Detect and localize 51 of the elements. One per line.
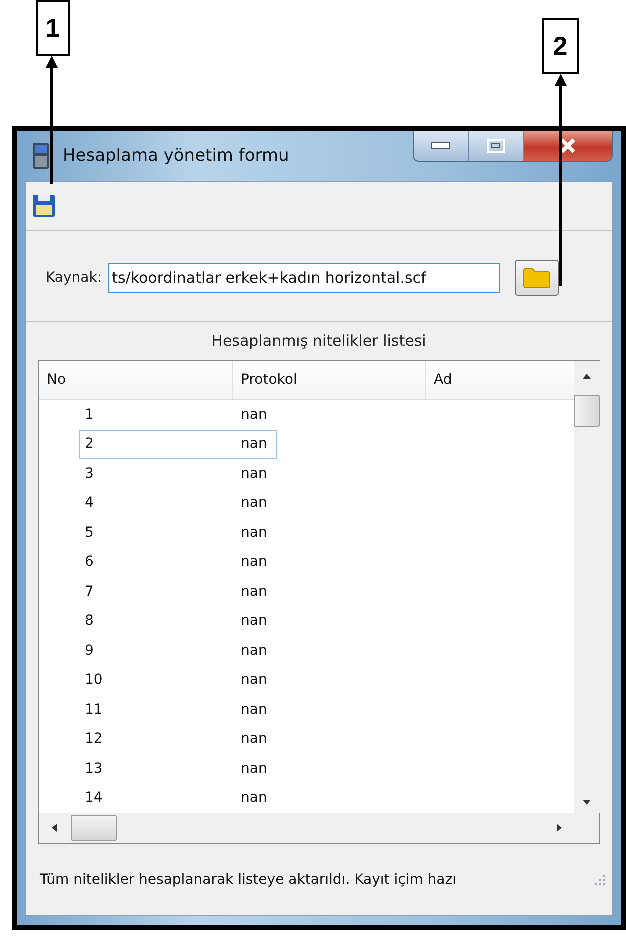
- status-text: Tüm nitelikler hesaplanarak listeye aktarıldı. Kayıt içim hazı: [40, 872, 456, 888]
- table-cell-text: nan: [240, 730, 268, 750]
- close-button[interactable]: [524, 131, 612, 161]
- calculator-icon: [33, 143, 49, 169]
- callout-label: 2: [542, 18, 579, 74]
- source-field[interactable]: ts/koordinatlar erkek+kadın horizontal.scf: [108, 263, 500, 293]
- table-cell[interactable]: 14: [39, 784, 233, 813]
- table-cell[interactable]: 6: [39, 548, 233, 577]
- table-cell-text: nan: [240, 524, 268, 543]
- table-cell[interactable]: 12: [39, 724, 233, 754]
- column-header[interactable]: Protokol: [233, 361, 426, 399]
- horizontal-scrollbar[interactable]: [39, 813, 599, 843]
- scroll-thumb[interactable]: [71, 815, 117, 841]
- maximize-icon: [487, 139, 505, 153]
- table-cell-text: nan: [240, 406, 268, 425]
- table-cell[interactable]: 8: [39, 606, 233, 636]
- table-cell[interactable]: 3: [39, 459, 233, 488]
- table-cell[interactable]: 1: [39, 400, 233, 430]
- source-label: Kaynak:: [46, 270, 102, 286]
- table-cell[interactable]: 4: [39, 488, 233, 518]
- column-header[interactable]: No: [39, 361, 233, 399]
- list-caption: Hesaplanmış nitelikler listesi: [210, 331, 428, 352]
- table-cell[interactable]: 13: [39, 754, 233, 784]
- table-cell-text: nan: [240, 464, 268, 484]
- table-cell-text: nan: [240, 553, 268, 572]
- folder-icon: [523, 267, 552, 289]
- table-cell[interactable]: 9: [39, 636, 233, 666]
- minimize-button[interactable]: [414, 131, 469, 161]
- table-cell-text: nan: [240, 582, 268, 602]
- scroll-down-icon: [581, 797, 593, 807]
- table-cell-text: nan: [240, 612, 268, 632]
- minimize-icon: [431, 142, 451, 150]
- table-cell[interactable]: 7: [39, 577, 233, 606]
- table-cell-text: nan: [240, 642, 268, 661]
- resize-grip-icon: [594, 874, 606, 886]
- callout-label: 1: [36, 0, 70, 56]
- browse-button[interactable]: [515, 260, 560, 296]
- table-cell[interactable]: 2: [79, 430, 233, 459]
- table-cell-text: nan: [240, 494, 268, 514]
- table-cell-text: nan: [240, 760, 268, 779]
- scroll-thumb[interactable]: [574, 395, 600, 427]
- table-cell[interactable]: 5: [39, 518, 233, 548]
- table-cell: nan: [233, 430, 277, 459]
- table-cell[interactable]: 11: [39, 695, 233, 724]
- maximize-button[interactable]: [469, 131, 524, 161]
- column-header[interactable]: Ad: [426, 361, 574, 399]
- window-title: Hesaplama yönetim formu: [63, 146, 290, 166]
- table-cell-text: nan: [240, 700, 268, 720]
- table-cell-text: nan: [240, 789, 268, 808]
- table-cell[interactable]: 10: [39, 666, 233, 695]
- table-cell-text: nan: [240, 671, 268, 690]
